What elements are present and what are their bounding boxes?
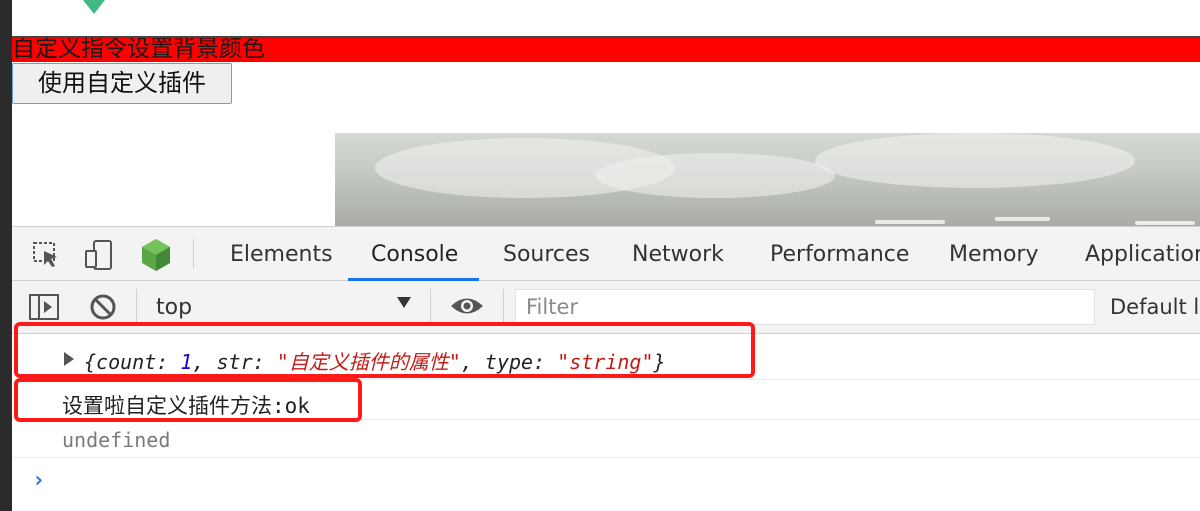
vue-logo-icon [83,0,105,14]
context-selector[interactable]: top [156,295,192,320]
console-prompt-icon: › [32,468,46,493]
tab-console[interactable]: Console [371,227,458,281]
devtools-tab-bar: Elements Console Sources Network Perform… [12,226,1200,281]
filter-box [515,289,1095,325]
toolbar-separator [503,289,504,325]
return-value: undefined [62,428,171,452]
log-levels-dropdown[interactable]: Default l [1110,295,1199,319]
custom-directive-banner: 自定义指令设置背景颜色 [12,36,1200,62]
tab-memory[interactable]: Memory [949,227,1038,281]
vue-devtools-icon[interactable] [140,238,172,276]
inspect-element-icon[interactable] [32,241,60,273]
eye-icon[interactable] [449,295,485,321]
device-toolbar-icon[interactable] [84,239,114,275]
use-custom-plugin-button[interactable]: 使用自定义插件 [12,63,232,104]
show-sidebar-icon[interactable] [28,293,60,325]
tab-performance[interactable]: Performance [770,227,909,281]
tab-elements[interactable]: Elements [230,227,333,281]
tab-application[interactable]: Application [1085,227,1200,281]
tab-network[interactable]: Network [632,227,724,281]
highlight-box-object [14,322,755,378]
console-prompt-row[interactable]: › [12,458,1200,511]
toolbar-separator [430,289,431,325]
chevron-down-icon[interactable] [397,297,411,308]
filter-input[interactable] [516,290,1094,324]
tab-separator [193,239,194,269]
left-edge-strip [0,0,12,511]
clear-console-icon[interactable] [88,292,118,326]
highlight-box-log [14,378,362,422]
console-row-return: undefined [12,420,1200,458]
tab-sources[interactable]: Sources [503,227,590,281]
toolbar-separator [136,289,137,325]
photo-image [335,133,1200,226]
